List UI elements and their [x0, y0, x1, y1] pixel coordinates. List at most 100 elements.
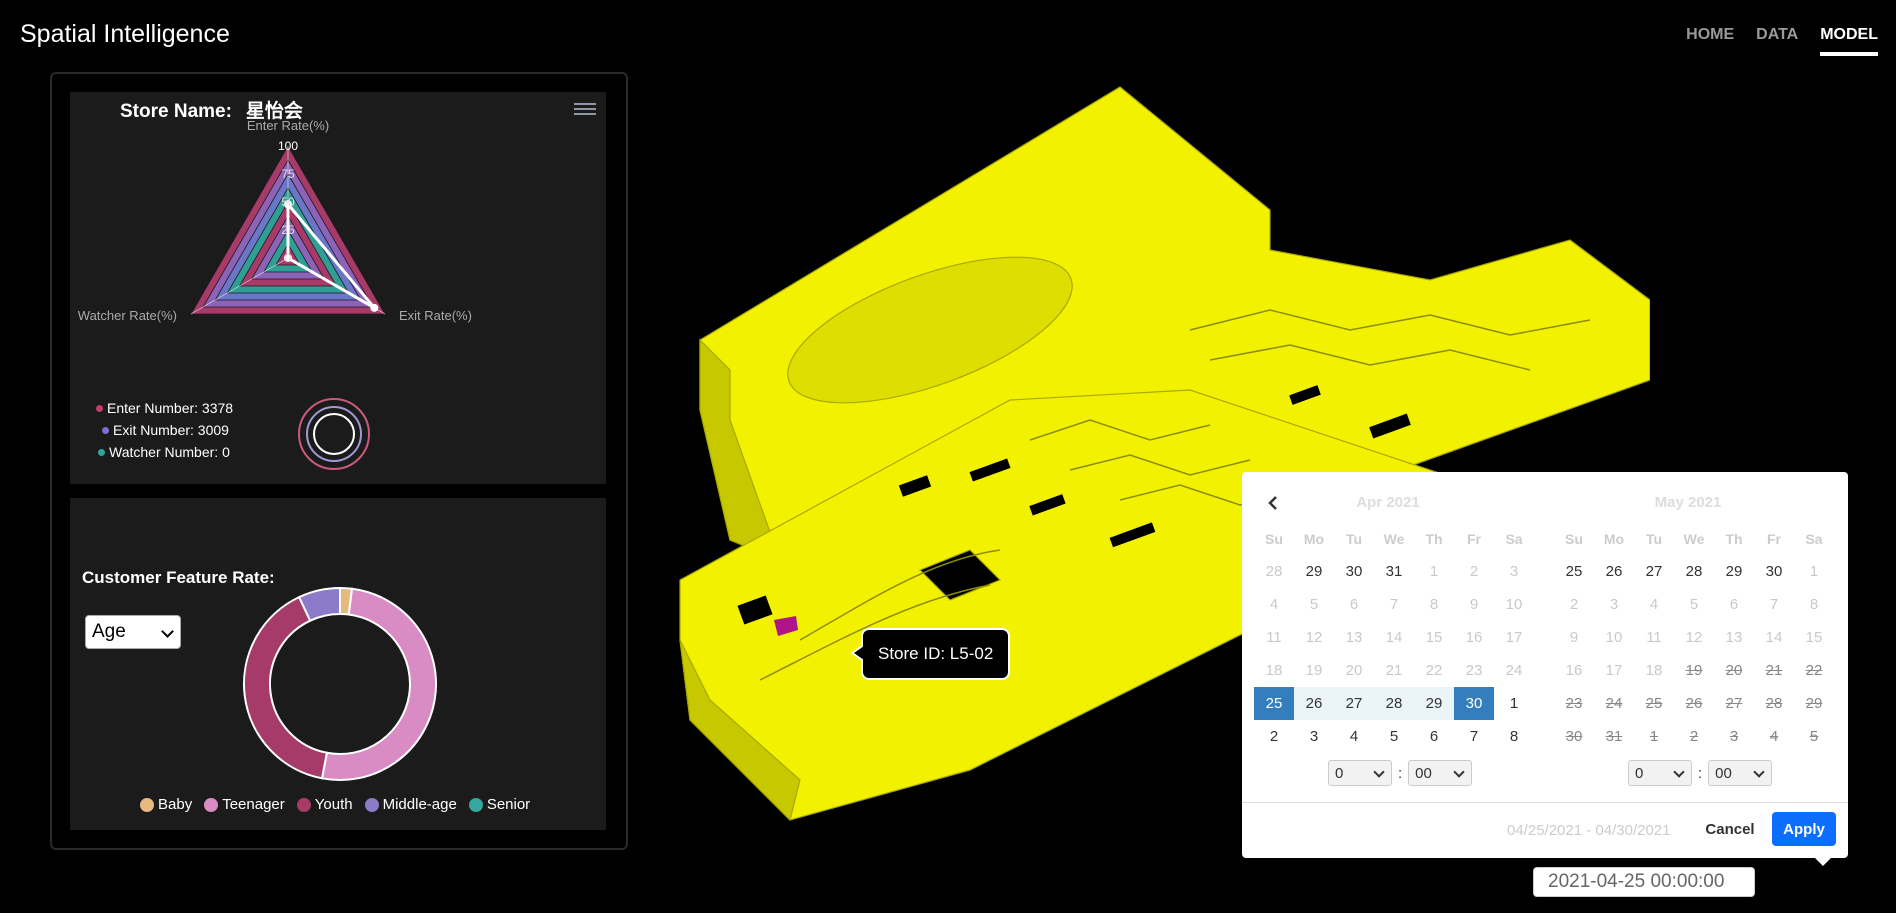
calendar-day[interactable]: 9 — [1554, 621, 1594, 654]
calendar-day[interactable]: 24 — [1594, 687, 1634, 720]
calendar-day[interactable]: 26 — [1674, 687, 1714, 720]
calendar-day[interactable]: 2 — [1454, 555, 1494, 588]
calendar-day[interactable]: 28 — [1674, 555, 1714, 588]
calendar-day[interactable]: 12 — [1294, 621, 1334, 654]
calendar-day[interactable]: 19 — [1674, 654, 1714, 687]
calendar-day[interactable]: 15 — [1794, 621, 1834, 654]
calendar-day[interactable]: 26 — [1594, 555, 1634, 588]
calendar-day[interactable]: 5 — [1794, 720, 1834, 753]
nav-home[interactable]: HOME — [1686, 26, 1734, 56]
calendar-day[interactable]: 19 — [1294, 654, 1334, 687]
calendar-day[interactable]: 4 — [1254, 588, 1294, 621]
calendar-day[interactable]: 6 — [1414, 720, 1454, 753]
calendar-day[interactable]: 15 — [1414, 621, 1454, 654]
calendar-day[interactable]: 26 — [1294, 687, 1334, 720]
legend-watcher[interactable]: Watcher Number: 0 — [98, 441, 233, 463]
calendar-day[interactable]: 20 — [1334, 654, 1374, 687]
donut-legend-baby[interactable]: Baby — [140, 796, 192, 813]
calendar-day[interactable]: 5 — [1294, 588, 1334, 621]
calendar-day[interactable]: 17 — [1494, 621, 1534, 654]
apply-button[interactable]: Apply — [1772, 812, 1836, 846]
calendar-day[interactable]: 18 — [1254, 654, 1294, 687]
calendar-day[interactable]: 1 — [1414, 555, 1454, 588]
minute-select-right[interactable]: 00 — [1708, 760, 1773, 786]
calendar-day[interactable]: 28 — [1254, 555, 1294, 588]
calendar-day[interactable]: 2 — [1554, 588, 1594, 621]
calendar-day[interactable]: 5 — [1374, 720, 1414, 753]
calendar-day[interactable]: 27 — [1634, 555, 1674, 588]
calendar-day[interactable]: 3 — [1714, 720, 1754, 753]
calendar-day[interactable]: 29 — [1794, 687, 1834, 720]
calendar-day[interactable]: 30 — [1554, 720, 1594, 753]
calendar-day[interactable]: 21 — [1754, 654, 1794, 687]
calendar-day[interactable]: 28 — [1754, 687, 1794, 720]
chevron-left-icon[interactable] — [1264, 494, 1282, 512]
legend-exit[interactable]: Exit Number: 3009 — [102, 419, 233, 441]
calendar-day[interactable]: 30 — [1754, 555, 1794, 588]
calendar-day[interactable]: 31 — [1374, 555, 1414, 588]
calendar-day[interactable]: 13 — [1334, 621, 1374, 654]
feature-select[interactable]: Age — [85, 615, 181, 649]
calendar-day[interactable]: 10 — [1494, 588, 1534, 621]
calendar-day[interactable]: 1 — [1794, 555, 1834, 588]
calendar-day[interactable]: 3 — [1294, 720, 1334, 753]
calendar-day[interactable]: 30 — [1334, 555, 1374, 588]
calendar-day[interactable]: 29 — [1714, 555, 1754, 588]
calendar-day[interactable]: 6 — [1334, 588, 1374, 621]
calendar-day[interactable]: 7 — [1454, 720, 1494, 753]
calendar-day[interactable]: 14 — [1374, 621, 1414, 654]
calendar-day[interactable]: 2 — [1674, 720, 1714, 753]
calendar-day[interactable]: 4 — [1754, 720, 1794, 753]
cancel-button[interactable]: Cancel — [1694, 812, 1766, 846]
calendar-day[interactable]: 31 — [1594, 720, 1634, 753]
calendar-day[interactable]: 20 — [1714, 654, 1754, 687]
calendar-day[interactable]: 24 — [1494, 654, 1534, 687]
calendar-day[interactable]: 14 — [1754, 621, 1794, 654]
calendar-day[interactable]: 16 — [1454, 621, 1494, 654]
calendar-day[interactable]: 11 — [1634, 621, 1674, 654]
donut-legend-teenager[interactable]: Teenager — [204, 796, 285, 813]
nav-model[interactable]: MODEL — [1820, 26, 1878, 56]
calendar-day[interactable]: 17 — [1594, 654, 1634, 687]
calendar-day[interactable]: 25 — [1554, 555, 1594, 588]
hour-select-left[interactable]: 0 — [1328, 760, 1392, 786]
calendar-day[interactable]: 23 — [1554, 687, 1594, 720]
calendar-day[interactable]: 23 — [1454, 654, 1494, 687]
calendar-day[interactable]: 4 — [1334, 720, 1374, 753]
calendar-day[interactable]: 8 — [1494, 720, 1534, 753]
calendar-day[interactable]: 18 — [1634, 654, 1674, 687]
calendar-day[interactable]: 27 — [1334, 687, 1374, 720]
calendar-day[interactable]: 7 — [1374, 588, 1414, 621]
calendar-day[interactable]: 16 — [1554, 654, 1594, 687]
calendar-day[interactable]: 1 — [1494, 687, 1534, 720]
calendar-day[interactable]: 25 — [1634, 687, 1674, 720]
calendar-day[interactable]: 10 — [1594, 621, 1634, 654]
calendar-day[interactable]: 11 — [1254, 621, 1294, 654]
calendar-day[interactable]: 2 — [1254, 720, 1294, 753]
calendar-day[interactable]: 21 — [1374, 654, 1414, 687]
calendar-day[interactable]: 9 — [1454, 588, 1494, 621]
calendar-day[interactable]: 29 — [1294, 555, 1334, 588]
minute-select-left[interactable]: 00 — [1408, 760, 1473, 786]
calendar-day[interactable]: 12 — [1674, 621, 1714, 654]
calendar-day[interactable]: 27 — [1714, 687, 1754, 720]
donut-legend-youth[interactable]: Youth — [296, 796, 353, 813]
calendar-day[interactable]: 22 — [1414, 654, 1454, 687]
hour-select-right[interactable]: 0 — [1628, 760, 1692, 786]
calendar-day[interactable]: 4 — [1634, 588, 1674, 621]
calendar-day[interactable]: 25 — [1254, 687, 1294, 720]
calendar-day[interactable]: 30 — [1454, 687, 1494, 720]
chart-menu-icon[interactable] — [574, 100, 596, 116]
calendar-day[interactable]: 6 — [1714, 588, 1754, 621]
calendar-day[interactable]: 3 — [1594, 588, 1634, 621]
datetime-input[interactable] — [1533, 867, 1755, 897]
calendar-day[interactable]: 8 — [1414, 588, 1454, 621]
calendar-day[interactable]: 7 — [1754, 588, 1794, 621]
calendar-day[interactable]: 28 — [1374, 687, 1414, 720]
calendar-day[interactable]: 29 — [1414, 687, 1454, 720]
donut-legend-middle-age[interactable]: Middle-age — [364, 796, 457, 813]
nav-data[interactable]: DATA — [1756, 26, 1798, 56]
legend-enter[interactable]: Enter Number: 3378 — [96, 397, 233, 419]
calendar-day[interactable]: 22 — [1794, 654, 1834, 687]
calendar-day[interactable]: 13 — [1714, 621, 1754, 654]
